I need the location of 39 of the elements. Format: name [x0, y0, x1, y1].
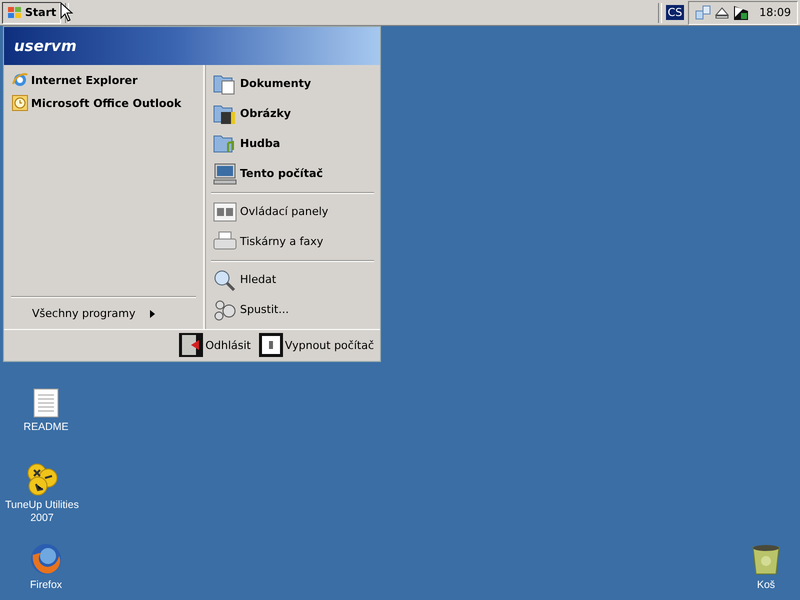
- eject-icon[interactable]: [715, 6, 730, 20]
- door-icon: [179, 333, 204, 358]
- clock-icon: [12, 95, 28, 112]
- power-icon: [258, 333, 283, 358]
- globe-icon[interactable]: [29, 542, 63, 576]
- menu-item[interactable]: Spustit...: [208, 294, 377, 325]
- icon-label[interactable]: README: [24, 421, 68, 434]
- language-indicator[interactable]: CS: [666, 5, 684, 20]
- program-item[interactable]: Microsoft Office Outlook: [8, 92, 199, 115]
- menu-item[interactable]: Tiskárny a faxy: [208, 226, 377, 257]
- folder-icon: [213, 132, 237, 155]
- all-programs-item[interactable]: Všechny programy: [8, 300, 199, 323]
- document-icon[interactable]: [33, 388, 59, 418]
- icon-label[interactable]: TuneUp Utilities 2007: [0, 499, 84, 525]
- flag-icon[interactable]: [733, 4, 750, 20]
- trash-icon[interactable]: [750, 542, 782, 576]
- clock[interactable]: 18:09: [759, 6, 791, 19]
- footer-button[interactable]: Vypnout počítač: [258, 333, 374, 358]
- icon-label[interactable]: Koš: [756, 579, 776, 592]
- menu-item[interactable]: Tento počítač: [208, 158, 377, 189]
- menu-item[interactable]: Dokumenty: [208, 68, 377, 99]
- footer-button[interactable]: Odhlásit: [179, 333, 251, 358]
- start-button[interactable]: Start: [2, 2, 62, 24]
- monitor-icon: [213, 162, 237, 185]
- menu-item[interactable]: Hledat: [208, 264, 377, 295]
- mouse-cursor-icon: [60, 2, 74, 22]
- menu-item[interactable]: Ovládací panely: [208, 196, 377, 227]
- folder-icon: [213, 72, 237, 95]
- panel-icon: [213, 200, 237, 223]
- program-item[interactable]: Internet Explorer: [8, 68, 199, 92]
- user-name: uservm: [14, 36, 77, 55]
- icon-label[interactable]: Firefox: [30, 579, 62, 592]
- search-icon: [213, 268, 237, 291]
- menu-item[interactable]: Obrázky: [208, 98, 377, 129]
- folder-icon: [213, 102, 237, 125]
- arrow-icon: [150, 310, 154, 318]
- ie-globe-icon: [12, 72, 28, 88]
- windows-logo-icon: [7, 6, 23, 20]
- menu-item[interactable]: Hudba: [208, 128, 377, 159]
